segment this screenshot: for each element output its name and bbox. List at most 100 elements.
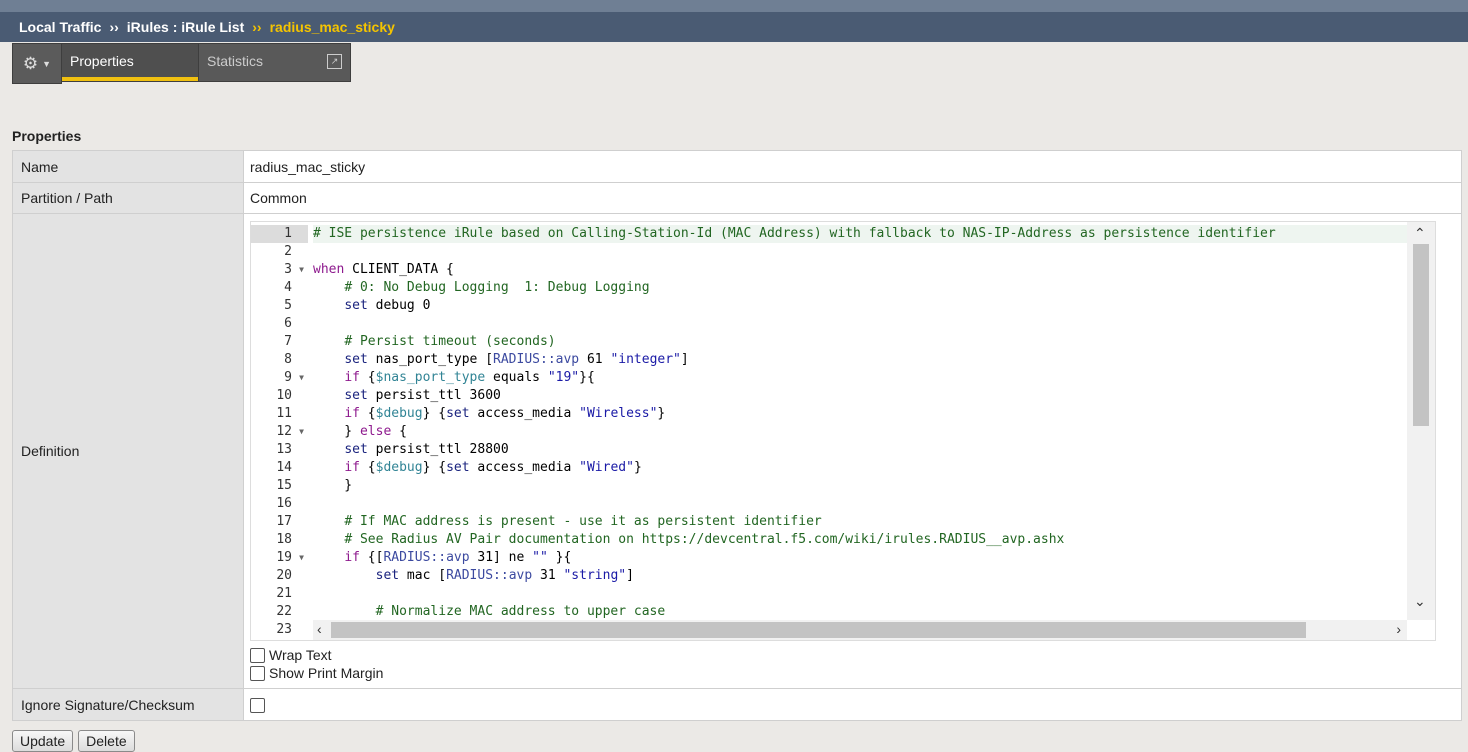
fold-toggle-icon[interactable]: ▼ [299, 423, 304, 441]
update-button[interactable]: Update [12, 730, 74, 752]
tab-bar: ⚙ ▼ Properties Statistics ↗ [12, 43, 351, 84]
line-number: 15 [276, 478, 292, 493]
vertical-scroll-thumb[interactable] [1413, 244, 1429, 426]
breadcrumb-separator: ›› [109, 19, 119, 35]
gear-icon: ⚙ [22, 53, 39, 73]
line-number: 9 ▼ [284, 369, 304, 387]
line-number-gutter: 1 2 3 ▼ 4 5 6 7 8 9 ▼ 10 11 12 ▼ 13 14 15 16 17 18 19 ▼ 20 21 22 2… [251, 222, 308, 640]
show-print-margin-option[interactable]: Show Print Margin [250, 664, 1461, 682]
line-number: 20 [276, 568, 292, 583]
line-number: 11 [276, 406, 292, 421]
ignore-signature-label: Ignore Signature/Checksum [12, 688, 244, 721]
code-line[interactable]: # See Radius AV Pair documentation on ht… [313, 531, 1407, 549]
line-number: 4 [284, 280, 292, 295]
code-line[interactable]: set persist_ttl 3600 [313, 387, 1407, 405]
code-line[interactable]: set persist_ttl 28800 [313, 441, 1407, 459]
line-number: 13 [276, 442, 292, 457]
line-number: 21 [276, 586, 292, 601]
code-line[interactable] [313, 315, 1407, 333]
line-number: 19 ▼ [276, 549, 304, 567]
tab-statistics-label: Statistics [207, 53, 264, 69]
horizontal-scrollbar[interactable]: ‹ › [313, 620, 1407, 640]
gear-menu-button[interactable]: ⚙ ▼ [12, 43, 62, 84]
table-row-ignore-signature: Ignore Signature/Checksum [12, 688, 1462, 721]
tab-statistics[interactable]: Statistics ↗ [199, 43, 351, 82]
fold-toggle-icon[interactable]: ▼ [299, 549, 304, 567]
code-line[interactable]: set nas_port_type [RADIUS::avp 61 "integ… [313, 351, 1407, 369]
definition-label: Definition [12, 213, 244, 689]
scroll-right-icon[interactable]: › [1396, 622, 1401, 636]
partition-value: Common [243, 182, 1462, 214]
name-label: Name [12, 150, 244, 183]
wrap-text-option[interactable]: Wrap Text [250, 646, 1461, 664]
code-line[interactable]: set debug 0 [313, 297, 1407, 315]
breadcrumb-current: radius_mac_sticky [269, 19, 395, 35]
ignore-signature-cell [243, 688, 1462, 721]
breadcrumb: Local Traffic ›› iRules : iRule List ›› … [0, 12, 1468, 42]
ignore-signature-checkbox[interactable] [250, 697, 265, 713]
line-number: 22 [276, 604, 292, 619]
line-number: 23 [276, 622, 292, 637]
table-row-definition: Definition 1 2 3 ▼ 4 5 6 7 8 9 ▼ 10 11 12 ▼ 13 14 15 16 17 1… [12, 213, 1462, 689]
code-editor[interactable]: 1 2 3 ▼ 4 5 6 7 8 9 ▼ 10 11 12 ▼ 13 14 15 16 17 18 19 ▼ 20 21 22 2… [250, 221, 1436, 641]
external-link-icon[interactable]: ↗ [327, 54, 342, 69]
line-number: 3 ▼ [284, 261, 304, 279]
caret-down-icon: ▼ [42, 58, 52, 69]
action-buttons: Update Delete [12, 730, 135, 752]
code-line[interactable]: when CLIENT_DATA { [313, 261, 1407, 279]
code-line[interactable]: set mac [RADIUS::avp 31 "string"] [313, 567, 1407, 585]
code-line[interactable]: # Persist timeout (seconds) [313, 333, 1407, 351]
code-line[interactable]: # 0: No Debug Logging 1: Debug Logging [313, 279, 1407, 297]
line-number: 6 [284, 316, 292, 331]
code-line[interactable]: # Normalize MAC address to upper case [313, 603, 1407, 620]
wrap-text-checkbox[interactable] [250, 647, 265, 663]
line-number: 18 [276, 532, 292, 547]
fold-toggle-icon[interactable]: ▼ [299, 261, 304, 279]
scroll-left-icon[interactable]: ‹ [317, 622, 322, 636]
table-row-partition: Partition / Path Common [12, 182, 1462, 214]
breadcrumb-separator: ›› [252, 19, 262, 35]
code-line[interactable]: if {[RADIUS::avp 31] ne "" }{ [313, 549, 1407, 567]
name-value: radius_mac_sticky [243, 150, 1462, 183]
code-line[interactable]: if {$debug} {set access_media "Wireless"… [313, 405, 1407, 423]
breadcrumb-section[interactable]: Local Traffic [19, 19, 101, 35]
code-line[interactable]: # If MAC address is present - use it as … [313, 513, 1407, 531]
line-number: 2 [284, 244, 292, 259]
scroll-up-icon[interactable]: ⌃ [1414, 226, 1426, 240]
tab-properties[interactable]: Properties [62, 43, 199, 82]
code-line[interactable]: if {$debug} {set access_media "Wired"} [313, 459, 1407, 477]
delete-button[interactable]: Delete [78, 730, 135, 752]
line-number: 14 [276, 460, 292, 475]
code-content[interactable]: # ISE persistence iRule based on Calling… [313, 222, 1407, 620]
editor-options: Wrap Text Show Print Margin [250, 646, 1461, 682]
breadcrumb-parent[interactable]: iRules : iRule List [127, 19, 244, 35]
code-line[interactable]: if {$nas_port_type equals "19"}{ [313, 369, 1407, 387]
definition-cell: 1 2 3 ▼ 4 5 6 7 8 9 ▼ 10 11 12 ▼ 13 14 15 16 17 18 19 ▼ 20 21 22 2… [243, 213, 1462, 689]
vertical-scrollbar[interactable]: ⌃ ⌄ [1407, 222, 1435, 620]
wrap-text-label: Wrap Text [269, 647, 332, 663]
line-number: 12 ▼ [276, 423, 304, 441]
code-line[interactable]: } [313, 477, 1407, 495]
line-number: 5 [284, 298, 292, 313]
code-line[interactable]: # ISE persistence iRule based on Calling… [313, 225, 1407, 243]
scroll-down-icon[interactable]: ⌄ [1414, 594, 1426, 608]
line-number: 7 [284, 334, 292, 349]
line-number: 10 [276, 388, 292, 403]
horizontal-scroll-thumb[interactable] [331, 622, 1306, 638]
section-title: Properties [12, 128, 82, 144]
fold-toggle-icon[interactable]: ▼ [299, 369, 304, 387]
tab-properties-label: Properties [70, 53, 134, 69]
code-line[interactable]: } else { [313, 423, 1407, 441]
line-number: 8 [284, 352, 292, 367]
partition-label: Partition / Path [12, 182, 244, 214]
show-print-margin-label: Show Print Margin [269, 665, 384, 681]
code-line[interactable] [313, 495, 1407, 513]
show-print-margin-checkbox[interactable] [250, 665, 265, 681]
line-number: 17 [276, 514, 292, 529]
top-strip [0, 0, 1468, 12]
properties-table: Name radius_mac_sticky Partition / Path … [12, 150, 1462, 721]
code-line[interactable] [313, 585, 1407, 603]
code-line[interactable] [313, 243, 1407, 261]
line-number: 16 [276, 496, 292, 511]
table-row-name: Name radius_mac_sticky [12, 150, 1462, 183]
